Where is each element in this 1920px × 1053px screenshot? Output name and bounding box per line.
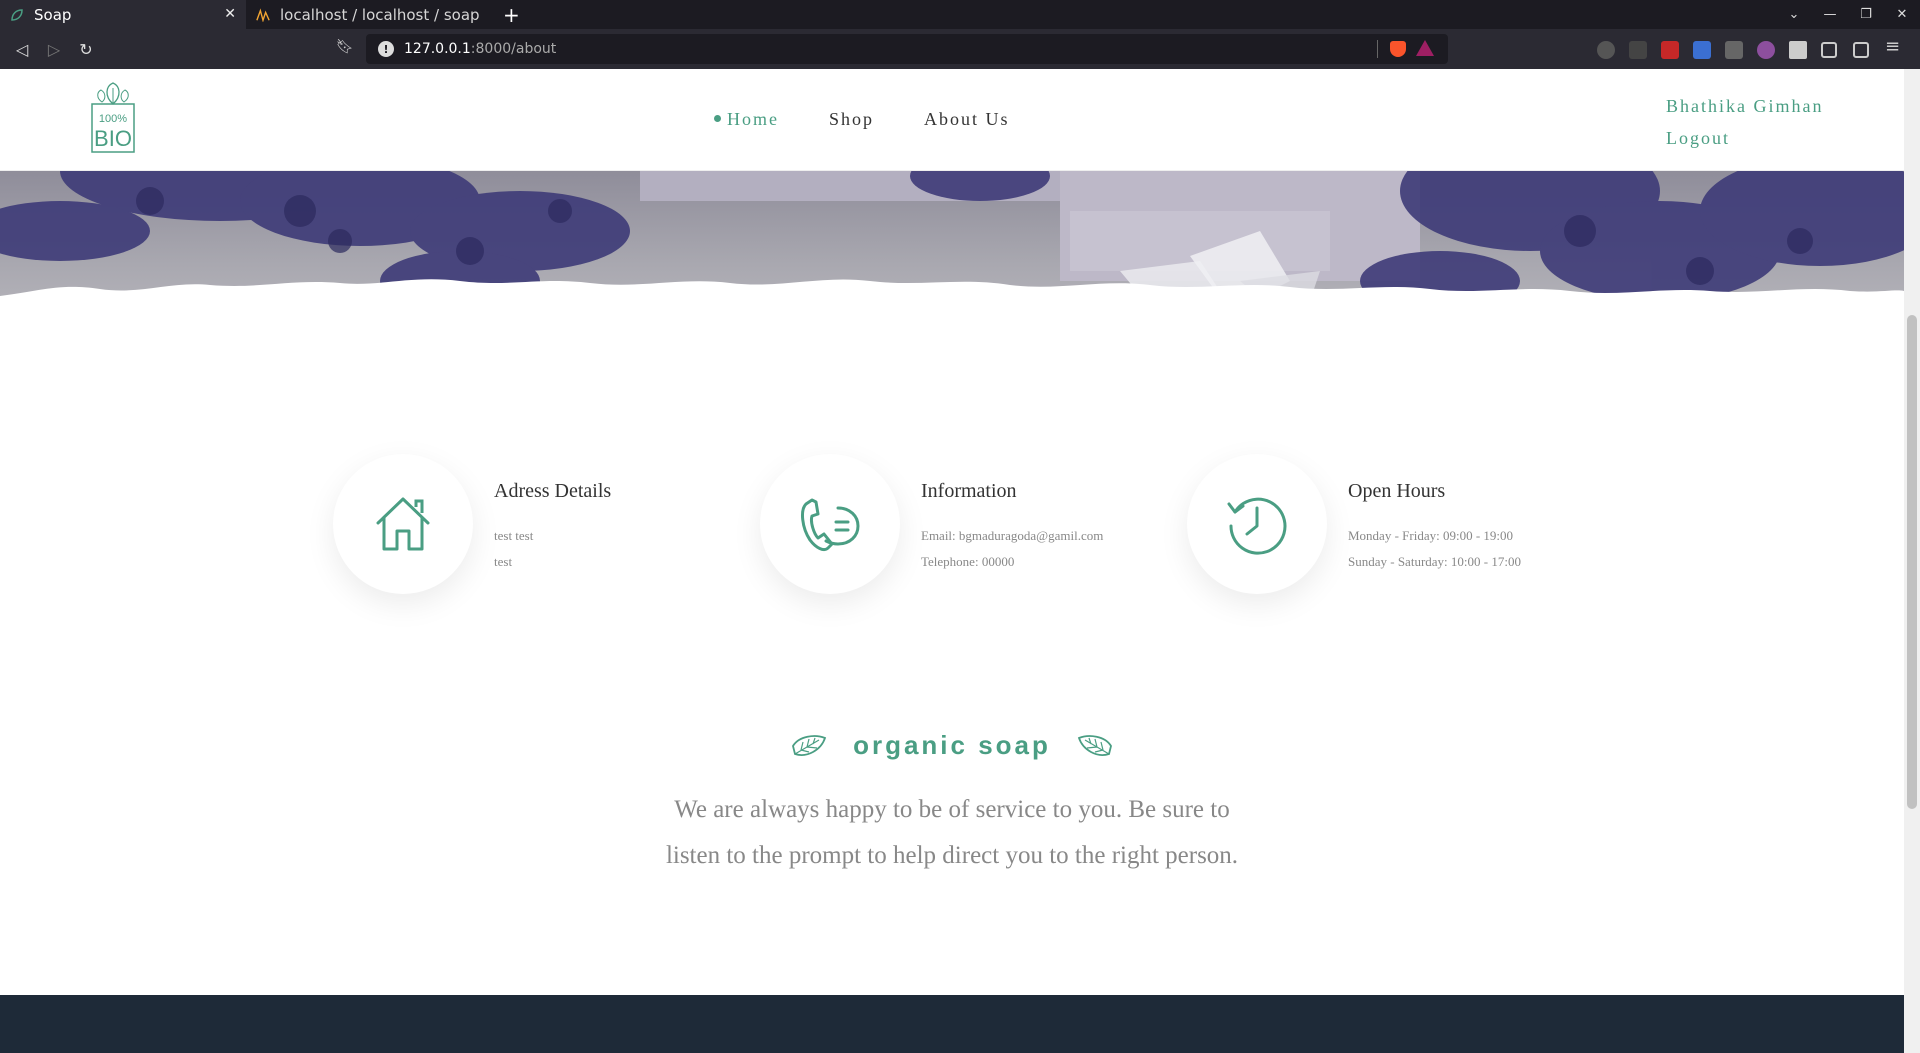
site-info-icon[interactable]: !	[378, 41, 394, 57]
divider	[1377, 40, 1378, 58]
contact-line: test	[494, 554, 513, 569]
wallet-icon[interactable]	[1853, 42, 1869, 58]
reload-icon[interactable]: ↻	[70, 40, 102, 59]
tab-list-chevron-icon[interactable]: ⌄	[1776, 7, 1812, 22]
phone-chat-icon	[801, 498, 860, 552]
user-name-link[interactable]: Bhathika Gimhan	[1666, 90, 1823, 122]
new-tab-button[interactable]: +	[491, 0, 532, 29]
nav-about-us[interactable]: About Us	[924, 109, 1010, 130]
page-viewport: 100% BIO Home Shop About Us Bhathika Gim…	[0, 69, 1904, 1053]
contact-line: Sunday - Saturday: 10:00 - 17:00	[1348, 554, 1521, 569]
contact-address: Adress Details test test test	[333, 454, 753, 604]
phpmyadmin-favicon-icon	[256, 7, 270, 22]
page-scrollbar[interactable]	[1904, 69, 1920, 1053]
section-paragraph: We are always happy to be of service to …	[665, 795, 1239, 869]
extension-icon[interactable]	[1629, 41, 1647, 59]
brave-rewards-icon[interactable]	[1416, 40, 1434, 56]
organic-soap-section: organic soap We are always happy to be o…	[0, 730, 1904, 879]
contact-information: Information Email: bgmaduragoda@gamil.co…	[760, 454, 1180, 604]
icon-circle	[760, 454, 900, 594]
browser-tab-soap[interactable]: Soap ✕	[0, 0, 246, 29]
icon-circle	[333, 454, 473, 594]
nav-home[interactable]: Home	[714, 109, 779, 130]
tab-title: localhost / localhost / soap / u	[280, 5, 481, 24]
contact-title: Information	[921, 480, 1017, 502]
contact-line: Telephone: 00000	[921, 554, 1015, 569]
extension-icon[interactable]	[1757, 41, 1775, 59]
puzzle-icon[interactable]	[1789, 41, 1807, 59]
contact-title: Adress Details	[494, 480, 612, 502]
contact-open-hours: Open Hours Monday - Friday: 09:00 - 19:0…	[1187, 454, 1607, 604]
contact-title: Open Hours	[1348, 480, 1446, 502]
translate-icon[interactable]	[1693, 41, 1711, 59]
contact-line: Email: bgmaduragoda@gamil.com	[921, 528, 1104, 543]
browser-tab-phpmyadmin[interactable]: localhost / localhost / soap / u	[246, 0, 491, 29]
hero-banner-image	[0, 171, 1904, 327]
window-controls: ⌄ — ❐ ✕	[1776, 0, 1920, 29]
leaf-logo-icon: 100% BIO	[91, 82, 135, 153]
house-icon	[376, 497, 430, 551]
bio-logo[interactable]: 100% BIO	[90, 82, 136, 154]
address-bar[interactable]: ! 127.0.0.1:8000/about	[366, 34, 1448, 64]
menu-icon[interactable]: ≡	[1885, 38, 1903, 56]
leaf-left-icon	[792, 734, 827, 756]
extension-icon[interactable]	[1725, 41, 1743, 59]
nav-home-label: Home	[727, 109, 779, 129]
close-tab-icon[interactable]: ✕	[224, 6, 236, 22]
minimize-icon[interactable]: —	[1812, 7, 1848, 22]
scrollbar-thumb[interactable]	[1907, 315, 1917, 809]
tab-title: Soap	[34, 5, 72, 24]
nav-shop[interactable]: Shop	[829, 109, 874, 130]
user-menu: Bhathika Gimhan Logout	[1666, 90, 1823, 154]
active-dot	[714, 115, 721, 123]
bookmark-icon[interactable]: 🔖︎	[336, 39, 354, 55]
site-footer	[0, 995, 1904, 1053]
url-path: :8000/about	[470, 41, 557, 57]
section-heading-text: organic soap	[853, 730, 1051, 760]
sidebar-icon[interactable]	[1821, 42, 1837, 58]
leaf-right-icon	[1077, 734, 1112, 756]
svg-text:100%: 100%	[99, 113, 127, 125]
extension-icon[interactable]	[1661, 41, 1679, 59]
clock-history-icon	[1227, 497, 1287, 555]
browser-tab-bar: Soap ✕ localhost / localhost / soap / u …	[0, 0, 1920, 29]
contact-line: test test	[494, 528, 534, 543]
logout-link[interactable]: Logout	[1666, 122, 1823, 154]
back-icon[interactable]: ◁	[6, 40, 38, 59]
extension-icon[interactable]	[1597, 41, 1615, 59]
leaf-favicon-icon	[10, 8, 24, 22]
forward-icon[interactable]: ▷	[38, 40, 70, 59]
restore-icon[interactable]: ❐	[1848, 7, 1884, 22]
main-nav: Home Shop About Us	[714, 109, 1010, 130]
url-host: 127.0.0.1	[404, 41, 471, 57]
svg-text:BIO: BIO	[94, 126, 132, 151]
site-header: 100% BIO Home Shop About Us Bhathika Gim…	[0, 69, 1904, 171]
icon-circle	[1187, 454, 1327, 594]
section-heading: organic soap	[791, 730, 1113, 761]
brave-shield-icon[interactable]	[1390, 41, 1406, 57]
contact-line: Monday - Friday: 09:00 - 19:00	[1348, 528, 1514, 543]
close-window-icon[interactable]: ✕	[1884, 7, 1920, 22]
